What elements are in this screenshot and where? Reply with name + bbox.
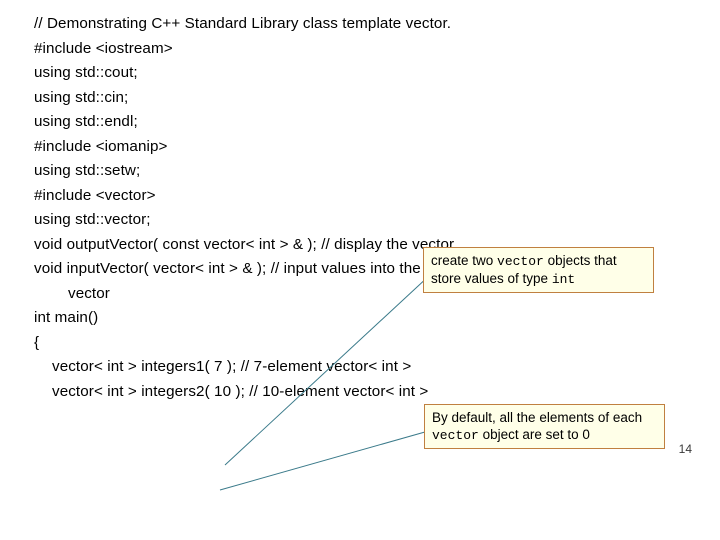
callout-text: By default, all the elements of each [432,410,642,425]
callout-text: create two [431,253,497,268]
code-line: #include <vector> [34,184,674,209]
code-line: int main() [34,306,674,331]
code-line: using std::cin; [34,86,674,111]
code-line: #include <iostream> [34,37,674,62]
page-number: 14 [679,442,692,456]
code-line: using std::setw; [34,159,674,184]
slide: { "code": { "l1": "// Demonstrating C++ … [0,0,720,540]
callout-keyword: vector [432,428,479,443]
code-line: using std::cout; [34,61,674,86]
callout-keyword: int [552,272,575,287]
code-line: #include <iomanip> [34,135,674,160]
code-line: vector< int > integers1( 7 ); // 7-eleme… [34,355,674,380]
callout-text: object are set to 0 [479,427,590,442]
code-block: // Demonstrating C++ Standard Library cl… [34,12,674,404]
code-line: { [34,331,674,356]
code-line: // Demonstrating C++ Standard Library cl… [34,12,674,37]
code-line: vector< int > integers2( 10 ); // 10-ele… [34,380,674,405]
code-line: using std::endl; [34,110,674,135]
callout-keyword: vector [497,254,544,269]
callout-box: create two vector objects that store val… [423,247,654,293]
code-line: using std::vector; [34,208,674,233]
callout-box: By default, all the elements of each vec… [424,404,665,449]
